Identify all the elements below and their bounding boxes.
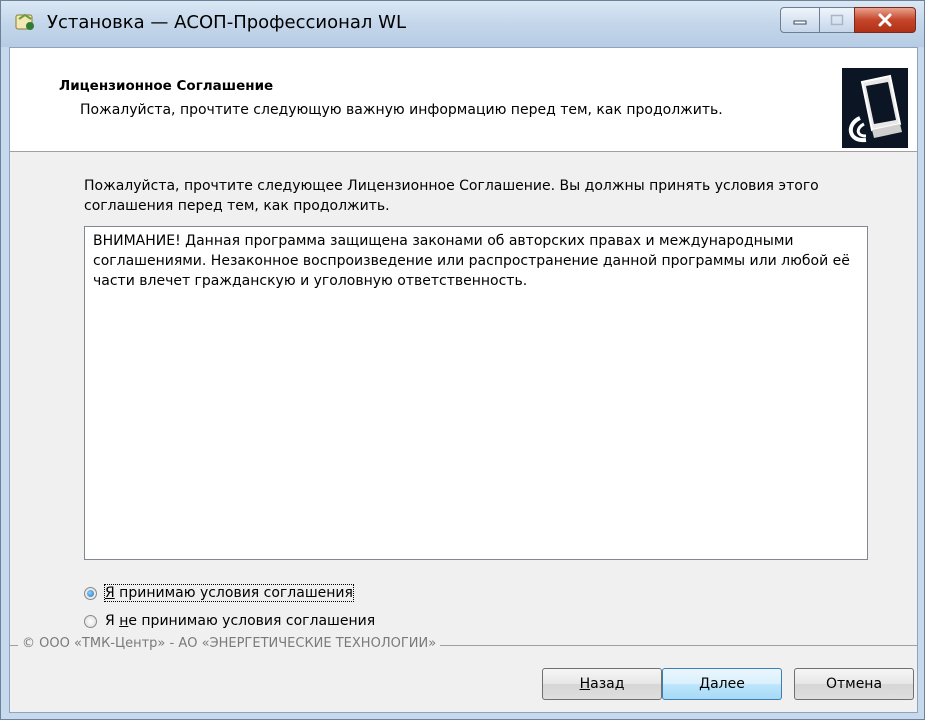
installer-computer-icon bbox=[842, 68, 908, 148]
accept-license-label[interactable]: Я принимаю условия соглашения bbox=[104, 584, 354, 602]
wizard-client-area: Лицензионное Соглашение Пожалуйста, проч… bbox=[9, 47, 918, 713]
minimize-button[interactable] bbox=[780, 7, 820, 33]
title-bar[interactable]: Установка — АСОП-Профессионал WL bbox=[1, 1, 924, 47]
radio-checked-icon[interactable] bbox=[84, 586, 97, 600]
accept-license-radio[interactable]: Я принимаю условия соглашения bbox=[84, 583, 354, 603]
back-button[interactable]: Назад bbox=[542, 668, 662, 700]
cancel-button[interactable]: Отмена bbox=[794, 668, 914, 700]
setup-app-icon bbox=[15, 13, 34, 30]
decline-license-label[interactable]: Я не принимаю условия соглашения bbox=[105, 613, 375, 629]
maximize-icon bbox=[830, 14, 844, 26]
close-button[interactable] bbox=[854, 7, 916, 33]
copyright-text: © ООО «ТМК-Центр» - АО «ЭНЕРГЕТИЧЕСКИЕ Т… bbox=[18, 636, 441, 651]
close-icon bbox=[878, 13, 892, 27]
window-title: Установка — АСОП-Профессионал WL bbox=[47, 12, 406, 33]
radio-unchecked-icon[interactable] bbox=[84, 614, 97, 628]
maximize-button[interactable] bbox=[819, 7, 855, 33]
minimize-icon bbox=[793, 20, 807, 25]
license-agreement-textbox[interactable]: ВНИМАНИЕ! Данная программа защищена зако… bbox=[84, 226, 868, 560]
next-button[interactable]: Далее bbox=[662, 668, 782, 700]
installer-window: Установка — АСОП-Профессионал WL Лицензи… bbox=[0, 0, 925, 720]
page-subtitle: Пожалуйста, прочтите следующую важную ин… bbox=[80, 102, 723, 118]
wizard-header: Лицензионное Соглашение Пожалуйста, проч… bbox=[10, 48, 917, 152]
page-title: Лицензионное Соглашение bbox=[59, 78, 274, 94]
decline-license-radio[interactable]: Я не принимаю условия соглашения bbox=[84, 611, 375, 631]
license-intro-text: Пожалуйста, прочтите следующее Лицензион… bbox=[84, 178, 819, 214]
